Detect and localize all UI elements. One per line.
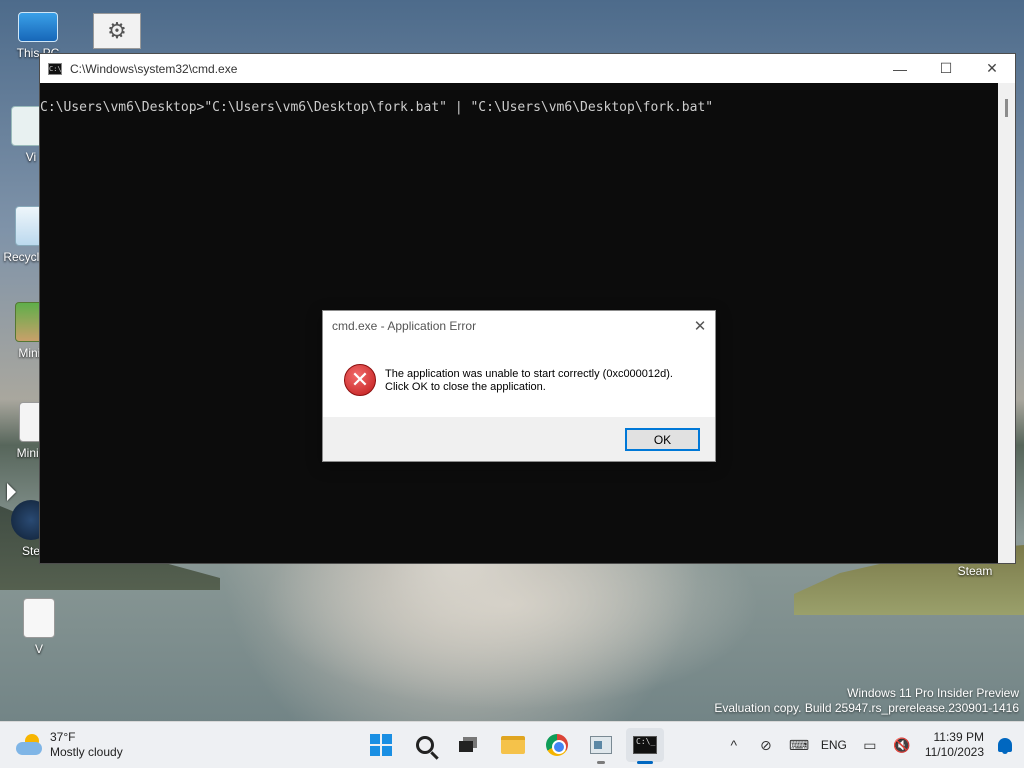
cmd-window[interactable]: C:\ C:\Windows\system32\cmd.exe — ☐ ✕ C:… (39, 53, 1016, 564)
chrome-button[interactable] (538, 728, 576, 762)
dialog-title: cmd.exe - Application Error (332, 319, 477, 333)
folder-icon (501, 736, 525, 754)
mouse-cursor (7, 483, 16, 501)
search-icon (416, 736, 434, 754)
search-button[interactable] (406, 728, 444, 762)
dialog-message: The application was unable to start corr… (385, 363, 673, 394)
cmd-app-icon: C:\ (48, 62, 62, 75)
application-window-icon (590, 736, 612, 754)
cmd-window-title: C:\Windows\system32\cmd.exe (70, 61, 238, 76)
active-indicator (637, 761, 653, 764)
network-disconnected-icon[interactable]: ⊘ (757, 737, 775, 754)
dialog-message-line2: Click OK to close the application. (385, 381, 546, 393)
start-button[interactable] (362, 728, 400, 762)
desktop-icon-label: Steam (957, 564, 993, 578)
wallpaper-glow (260, 560, 760, 710)
close-button[interactable]: ✕ (969, 54, 1015, 83)
maximize-button[interactable]: ☐ (923, 54, 969, 83)
windows-logo-icon (370, 734, 392, 756)
taskbar: 37°F Mostly cloudy C:\_ ^ ⊘ ⌨ ENG ▭ 🔇 11… (0, 721, 1024, 768)
taskbar-apps: C:\_ (362, 728, 664, 764)
dialog-titlebar[interactable]: cmd.exe - Application Error ✕ (323, 311, 715, 341)
watermark-line1: Windows 11 Pro Insider Preview (847, 686, 1019, 700)
partly-cloudy-icon (16, 734, 44, 756)
dialog-footer: OK (323, 417, 715, 461)
watermark-line2: Evaluation copy. Build 25947.rs_prerelea… (714, 701, 1019, 715)
cmd-titlebar[interactable]: C:\ C:\Windows\system32\cmd.exe — ☐ ✕ (40, 54, 1015, 83)
scrollbar-thumb[interactable] (1005, 99, 1008, 117)
vertical-scrollbar[interactable] (998, 83, 1015, 563)
settings-gear-icon[interactable]: ⚙ (93, 13, 141, 49)
windows-watermark: Windows 11 Pro Insider Preview Evaluatio… (714, 686, 1019, 716)
show-hidden-icons-chevron-icon[interactable]: ^ (725, 737, 743, 753)
weather-text: 37°F Mostly cloudy (50, 730, 123, 760)
system-tray: ^ ⊘ ⌨ ENG ▭ 🔇 11:39 PM 11/10/2023 (725, 722, 1012, 768)
keyboard-icon[interactable]: ⌨ (789, 737, 809, 754)
notification-bell-icon[interactable] (998, 738, 1012, 754)
dialog-message-line1: The application was unable to start corr… (385, 368, 673, 380)
app-button[interactable] (582, 728, 620, 764)
application-error-dialog[interactable]: cmd.exe - Application Error ✕ ✕ The appl… (322, 310, 716, 462)
weather-widget[interactable]: 37°F Mostly cloudy (16, 730, 123, 760)
minimize-button[interactable]: — (877, 54, 923, 83)
file-explorer-button[interactable] (494, 728, 532, 762)
task-view-icon (459, 737, 479, 753)
volume-muted-icon[interactable]: 🔇 (893, 737, 911, 754)
clock-time: 11:39 PM (933, 730, 984, 744)
text-file-icon (23, 598, 55, 638)
clock[interactable]: 11:39 PM 11/10/2023 (925, 730, 984, 760)
monitor-icon (18, 12, 58, 42)
desktop-icon-v[interactable]: V (4, 598, 74, 656)
running-indicator (597, 761, 605, 764)
dialog-close-button[interactable]: ✕ (685, 317, 715, 335)
weather-condition: Mostly cloudy (50, 745, 123, 759)
weather-temperature: 37°F (50, 730, 76, 744)
terminal-icon: C:\_ (633, 736, 657, 754)
terminal-button[interactable]: C:\_ (626, 728, 664, 764)
window-controls: — ☐ ✕ (877, 54, 1015, 83)
task-view-button[interactable] (450, 728, 488, 762)
language-indicator[interactable]: ENG (821, 738, 847, 752)
error-icon: ✕ (344, 364, 376, 396)
chrome-icon (546, 734, 568, 756)
desktop-icon-label: V (34, 642, 43, 656)
clock-date: 11/10/2023 (924, 745, 984, 759)
ok-button[interactable]: OK (625, 428, 700, 451)
cmd-output-line: C:\Users\vm6\Desktop>"C:\Users\vm6\Deskt… (40, 100, 714, 115)
display-icon[interactable]: ▭ (861, 737, 879, 754)
dialog-body: ✕ The application was unable to start co… (323, 341, 715, 417)
